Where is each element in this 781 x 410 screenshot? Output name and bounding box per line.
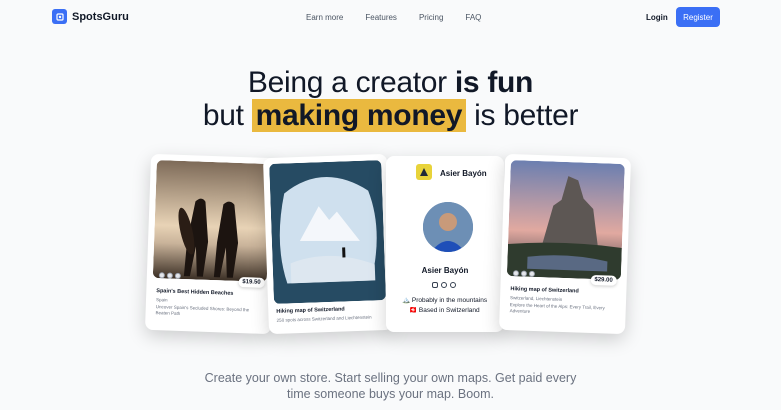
nav-link-earn-more[interactable]: Earn more <box>306 13 343 22</box>
tiktok-icon[interactable] <box>441 282 447 288</box>
hero-subtitle-line2: time someone buys your map. Boom. <box>286 387 495 401</box>
card-description: Uncover Spain's Secluded Shores: Beyond … <box>155 304 250 316</box>
card-location: Spain <box>155 297 168 303</box>
profile-name: Asier Bayón <box>421 266 469 275</box>
logo-icon <box>52 9 67 24</box>
profile-status-line: 🏔️ Probably in the mountains <box>402 296 487 304</box>
map-card-switzerland[interactable]: Hiking map of Switzerland 250 spots acro… <box>262 153 394 335</box>
card-description: 250 spots across Switzerland and Liechte… <box>276 314 372 323</box>
nav-link-faq[interactable]: FAQ <box>465 13 481 22</box>
profile-location-text: Based in Switzerland <box>418 307 480 314</box>
top-nav: SpotsGuru Earn more Features Pricing FAQ… <box>0 0 781 36</box>
login-link[interactable]: Login <box>646 13 668 22</box>
category-icons <box>512 270 536 277</box>
ice-cave-photo <box>269 160 386 304</box>
hero-subtitle-line1: Create your own store. Start selling you… <box>204 371 577 385</box>
nav-link-features[interactable]: Features <box>365 13 397 22</box>
hero-heading-line2: but making money is better <box>0 99 781 133</box>
nav-links: Earn more Features Pricing FAQ <box>306 13 503 22</box>
instagram-icon[interactable] <box>432 282 438 288</box>
price-badge: $19.50 <box>238 276 265 288</box>
brand-logo[interactable]: SpotsGuru <box>52 9 129 24</box>
card-title: Hiking map of Switzerland <box>276 306 345 315</box>
hero-heading-line1: Being a creator is fun <box>0 66 781 100</box>
card-description: Explore the Heart of the Alps: Every Tra… <box>509 302 605 314</box>
category-icons <box>158 272 181 279</box>
hero-subtitle: Create your own store. Start selling you… <box>0 370 781 402</box>
creator-profile-card[interactable]: Asier Bayón Asier Bayón 🏔️ Probably in t… <box>386 156 504 332</box>
hero-line2-suffix: is better <box>466 99 579 132</box>
beach-photo <box>152 160 271 282</box>
brand-name: SpotsGuru <box>72 10 129 23</box>
nav-link-pricing[interactable]: Pricing <box>419 13 443 22</box>
swiss-flag-icon: 🇨🇭 <box>409 307 418 314</box>
profile-avatar <box>423 202 473 252</box>
profile-status-text: Probably in the mountains <box>411 297 488 304</box>
hero-line2-prefix: but <box>202 99 252 132</box>
price-badge: $29.00 <box>590 274 617 286</box>
globe-icon[interactable] <box>450 282 456 288</box>
card-title: Spain's Best Hidden Beaches <box>156 288 234 297</box>
profile-logo-icon <box>416 164 432 180</box>
card-title: Hiking map of Switzerland <box>510 286 579 295</box>
profile-header-name: Asier Bayón <box>440 169 487 178</box>
map-card-beaches[interactable]: $19.50 Spain's Best Hidden Beaches Spain… <box>144 153 278 335</box>
mountain-icon: 🏔️ <box>402 297 411 304</box>
register-button[interactable]: Register <box>676 7 720 27</box>
hero-line1-bold: is fun <box>454 66 534 99</box>
profile-location-line: 🇨🇭 Based in Switzerland <box>409 306 480 314</box>
social-icons <box>432 282 456 288</box>
map-card-liechtenstein[interactable]: $29.00 Hiking map of Switzerland Switzer… <box>498 153 632 335</box>
hero-highlight: making money <box>251 99 467 132</box>
hero-line1-text: Being a creator <box>247 66 455 99</box>
mountain-photo <box>506 160 625 280</box>
